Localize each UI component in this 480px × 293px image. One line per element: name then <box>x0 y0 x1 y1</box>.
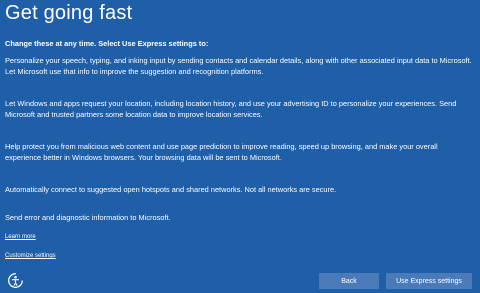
customize-settings-link[interactable]: Customize settings <box>5 253 56 259</box>
back-button[interactable]: Back <box>319 273 379 289</box>
paragraph-speech: Personalize your speech, typing, and ink… <box>5 56 472 76</box>
learn-more-link[interactable]: Learn more <box>5 234 36 240</box>
paragraph-location: Let Windows and apps request your locati… <box>5 99 457 119</box>
use-express-settings-button[interactable]: Use Express settings <box>386 273 472 289</box>
paragraph-hotspots: Automatically connect to suggested open … <box>5 185 337 194</box>
paragraph-diagnostics: Send error and diagnostic information to… <box>5 213 171 222</box>
page-title: Get going fast <box>5 2 133 24</box>
intro-text: Change these at any time. Select Use Exp… <box>5 39 209 48</box>
paragraph-browsing: Help protect you from malicious web cont… <box>5 142 438 162</box>
ease-of-access-icon[interactable] <box>7 272 24 289</box>
